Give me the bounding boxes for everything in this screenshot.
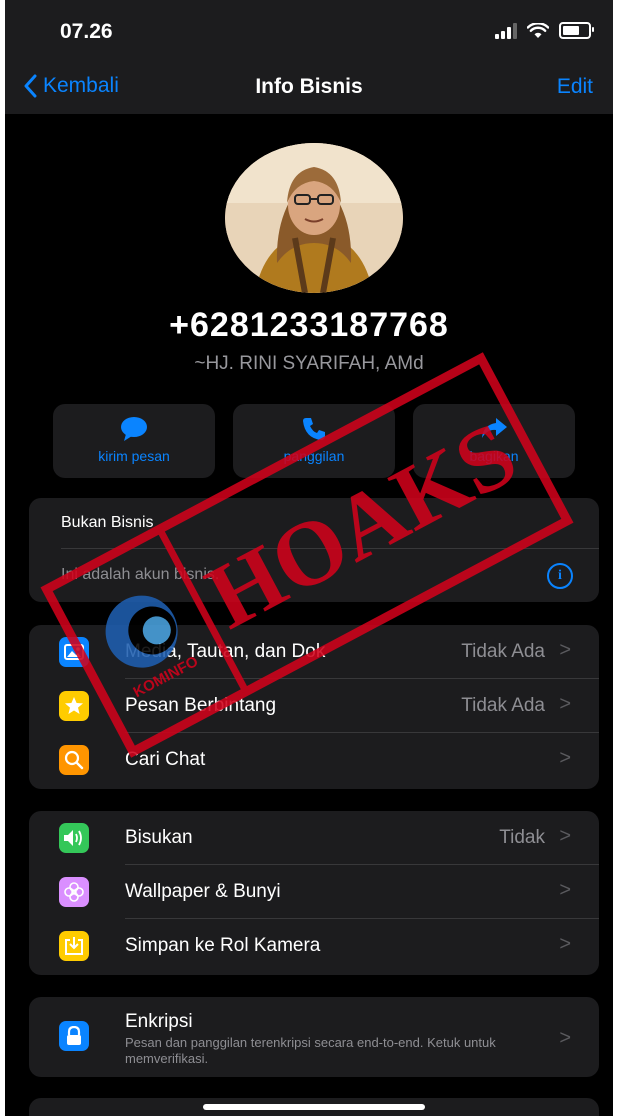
speaker-icon (59, 823, 89, 853)
home-indicator[interactable] (203, 1104, 425, 1110)
status-time: 07.26 (60, 20, 113, 43)
encryption-description: Pesan dan panggilan terenkripsi secara e… (125, 1035, 496, 1066)
share-button-label: bagikan (469, 448, 519, 464)
row-label: Media, Tautan, dan Dok (125, 641, 326, 662)
share-button[interactable]: bagikan (413, 404, 575, 478)
chevron-right-icon: > (559, 825, 571, 847)
message-button-label: kirim pesan (98, 448, 170, 464)
profile-photo[interactable] (225, 143, 403, 293)
call-button-label: panggilan (283, 448, 345, 464)
row-value: Tidak Ada (461, 641, 545, 662)
row-label: Simpan ke Rol Kamera (125, 935, 321, 956)
chevron-right-icon: > (559, 933, 571, 955)
photo-icon (59, 637, 89, 667)
signal-icon (495, 22, 517, 39)
lock-icon (59, 1021, 89, 1051)
row-value: Tidak (499, 827, 545, 848)
status-bar: 07.26 (5, 0, 613, 62)
row-value: Tidak Ada (461, 695, 545, 716)
row-label: Cari Chat (125, 749, 206, 770)
info-icon[interactable]: i (547, 563, 573, 589)
navigation-bar: Kembali Info Bisnis Edit (5, 62, 613, 114)
page-title: Info Bisnis (255, 75, 363, 98)
save-to-camera-roll-row[interactable]: Simpan ke Rol Kamera > (29, 919, 599, 973)
search-chat-row[interactable]: Cari Chat > (29, 733, 599, 787)
chevron-right-icon: > (559, 693, 571, 715)
wallpaper-sound-row[interactable]: Wallpaper & Bunyi > (29, 865, 599, 919)
star-icon (59, 691, 89, 721)
phone-screen: 07.26 Kembali Info Bisnis Edit +62812331… (5, 0, 613, 1116)
phone-icon (303, 418, 325, 440)
row-label: Pesan Berbintang (125, 695, 277, 716)
wifi-icon (527, 22, 549, 38)
chat-bubble-icon (121, 417, 147, 441)
flower-icon (59, 877, 89, 907)
chat-settings-group: Bisukan Tidak > Wallpaper & Bunyi > Simp… (29, 811, 599, 975)
encryption-row[interactable]: Enkripsi Pesan dan panggilan terenkripsi… (29, 997, 599, 1077)
avatar-illustration (225, 143, 403, 293)
message-button[interactable]: kirim pesan (53, 404, 215, 478)
media-settings-group: Media, Tautan, dan Dok Tidak Ada > Pesan… (29, 625, 599, 789)
business-info-card: Bukan Bisnis Ini adalah akun bisnis. i (29, 498, 599, 602)
divider (61, 548, 599, 549)
chevron-right-icon: > (559, 747, 571, 769)
row-label: Wallpaper & Bunyi (125, 881, 281, 902)
battery-icon (559, 22, 594, 39)
contact-name: ~HJ. RINI SYARIFAH, AMd (194, 353, 424, 374)
share-arrow-icon (482, 418, 507, 438)
save-icon (59, 931, 89, 961)
contact-phone-number: +6281233187768 (169, 306, 449, 344)
business-status-label: Bukan Bisnis (61, 514, 154, 531)
mute-row[interactable]: Bisukan Tidak > (29, 811, 599, 865)
chevron-right-icon: > (559, 879, 571, 901)
status-icons (495, 22, 594, 39)
chevron-right-icon: > (559, 639, 571, 661)
chevron-right-icon: > (559, 1027, 571, 1049)
starred-messages-row[interactable]: Pesan Berbintang Tidak Ada > (29, 679, 599, 733)
encryption-title: Enkripsi (125, 1011, 193, 1032)
search-icon (59, 745, 89, 775)
edit-button[interactable]: Edit (557, 75, 593, 99)
media-links-docs-row[interactable]: Media, Tautan, dan Dok Tidak Ada > (29, 625, 599, 679)
row-label: Bisukan (125, 827, 193, 848)
call-button[interactable]: panggilan (233, 404, 395, 478)
business-description: Ini adalah akun bisnis. (61, 566, 220, 583)
